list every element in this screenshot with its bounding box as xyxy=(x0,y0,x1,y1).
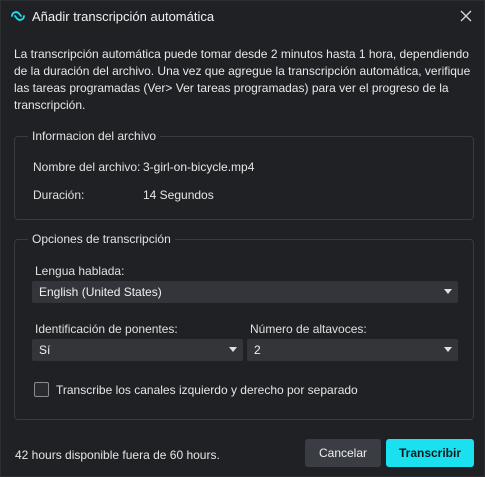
cancel-button[interactable]: Cancelar xyxy=(305,439,381,467)
close-icon xyxy=(460,10,472,22)
language-label: Lengua hablada: xyxy=(35,264,125,278)
split-channels-checkbox[interactable] xyxy=(34,382,49,397)
dialog-title: Añadir transcripción automática xyxy=(32,9,215,24)
transcribe-button[interactable]: Transcribir xyxy=(386,439,474,467)
options-legend: Opciones de transcripción xyxy=(32,232,171,246)
chevron-down-icon xyxy=(444,347,452,352)
language-select[interactable]: English (United States) xyxy=(32,281,458,303)
speaker-count-label: Número de altavoces: xyxy=(250,322,367,336)
sync-loop-icon xyxy=(9,7,27,25)
speaker-count-selected: 2 xyxy=(254,343,261,357)
speaker-id-select[interactable]: Sí xyxy=(32,339,243,361)
transcription-dialog: Añadir transcripción automática La trans… xyxy=(0,0,485,477)
intro-text: La transcripción automática puede tomar … xyxy=(14,47,471,112)
file-info-group: Informacion del archivo xyxy=(14,129,474,220)
speaker-id-label: Identificación de ponentes: xyxy=(35,322,178,336)
chevron-down-icon xyxy=(444,289,452,294)
duration-value: 14 Segundos xyxy=(143,188,214,202)
close-button[interactable] xyxy=(456,6,476,26)
speaker-id-selected: Sí xyxy=(39,343,51,357)
quota-text: 42 hours disponible fuera de 60 hours. xyxy=(15,448,220,462)
language-selected: English (United States) xyxy=(39,285,162,299)
chevron-down-icon xyxy=(229,347,237,352)
file-name-label: Nombre del archivo: xyxy=(33,160,141,174)
speaker-count-select[interactable]: 2 xyxy=(247,339,458,361)
duration-label: Duración: xyxy=(33,188,85,202)
file-info-legend: Informacion del archivo xyxy=(32,129,157,143)
title-bar: Añadir transcripción automática xyxy=(1,1,484,31)
file-name-value: 3-girl-on-bicycle.mp4 xyxy=(143,160,255,174)
split-channels-label[interactable]: Transcribe los canales izquierdo y derec… xyxy=(56,383,358,397)
